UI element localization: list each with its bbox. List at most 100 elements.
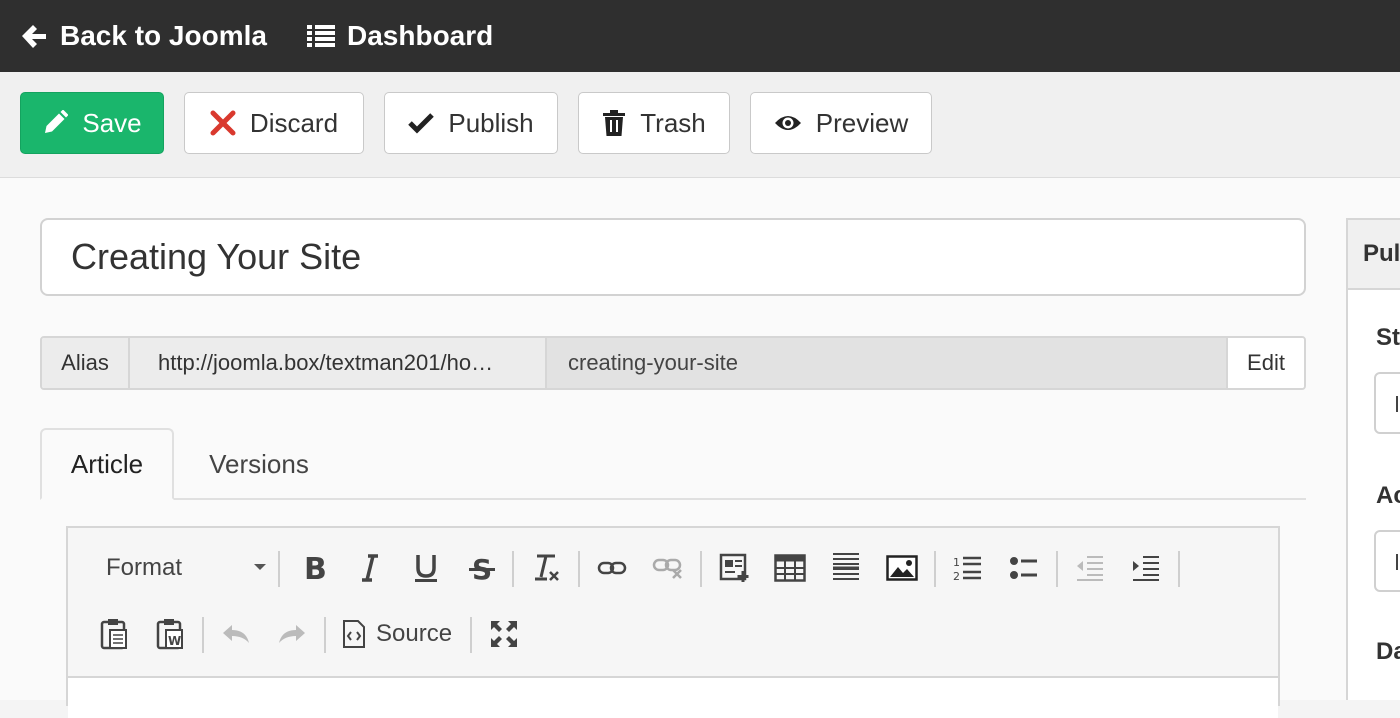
- close-icon: [210, 110, 236, 136]
- link-button[interactable]: [590, 542, 634, 594]
- svg-text:1: 1: [953, 556, 960, 569]
- trash-icon: [603, 110, 626, 136]
- link-icon: [597, 561, 627, 575]
- discard-button[interactable]: Discard: [184, 92, 364, 154]
- paste-from-word-button[interactable]: W: [148, 608, 192, 660]
- save-button[interactable]: Save: [20, 92, 164, 154]
- paste-icon: [100, 619, 127, 650]
- horizontal-rule-icon: [833, 553, 859, 580]
- publishing-heading: Pul: [1348, 220, 1400, 290]
- toolbar-separator: [1056, 551, 1058, 587]
- source-button[interactable]: Source: [342, 608, 452, 660]
- tab-versions[interactable]: Versions: [174, 428, 344, 500]
- fullscreen-icon: [491, 621, 517, 647]
- select-text-cursor: [1396, 396, 1398, 412]
- image-icon: [886, 555, 918, 581]
- chevron-down-icon: [254, 564, 266, 570]
- insert-readmore-button[interactable]: [712, 542, 756, 594]
- list-icon: [307, 25, 335, 47]
- status-label: St: [1376, 324, 1400, 351]
- strikethrough-icon: S: [469, 553, 495, 583]
- paste-button[interactable]: [92, 608, 136, 660]
- back-to-joomla-label: Back to Joomla: [60, 20, 267, 51]
- access-label: Ac: [1376, 482, 1400, 509]
- eye-icon: [774, 116, 801, 130]
- editor-toolbar-row-2: W Source: [68, 608, 1278, 660]
- undo-button[interactable]: [214, 608, 258, 660]
- undo-icon: [223, 625, 249, 643]
- redo-button[interactable]: [270, 608, 314, 660]
- toolbar-separator: [470, 617, 472, 653]
- toolbar-separator: [324, 617, 326, 653]
- bullet-list-button[interactable]: [1002, 542, 1046, 594]
- arrow-left-icon: [22, 25, 46, 48]
- alias-field: Alias http://joomla.box/textman201/ho… c…: [40, 336, 1306, 390]
- checkmark-icon: [408, 113, 435, 134]
- dashboard-link[interactable]: Dashboard: [307, 0, 493, 72]
- dashboard-label: Dashboard: [347, 20, 494, 51]
- trash-label: Trash: [640, 107, 706, 138]
- status-select[interactable]: [1374, 372, 1400, 434]
- italic-icon: [362, 554, 378, 582]
- table-button[interactable]: [768, 542, 812, 594]
- insert-readmore-icon: [719, 553, 749, 582]
- alias-input[interactable]: creating-your-site: [547, 338, 1226, 388]
- preview-button[interactable]: Preview: [750, 92, 932, 154]
- source-label: Source: [376, 620, 453, 647]
- paste-word-icon: W: [156, 619, 183, 650]
- redo-icon: [279, 625, 305, 643]
- strikethrough-button[interactable]: S: [462, 542, 502, 594]
- numbered-list-icon: 12: [953, 556, 981, 582]
- article-title-input[interactable]: Creating Your Site: [40, 218, 1306, 296]
- discard-label: Discard: [249, 107, 339, 138]
- alias-edit-button[interactable]: Edit: [1226, 338, 1304, 388]
- save-label: Save: [82, 107, 142, 138]
- editor-toolbar-row-1: Format B S: [68, 542, 1278, 594]
- toolbar-separator: [934, 551, 936, 587]
- toolbar-separator: [1178, 551, 1180, 587]
- rich-text-editor: Format B S: [66, 526, 1280, 718]
- svg-text:W: W: [168, 634, 181, 648]
- outdent-button[interactable]: [1068, 542, 1112, 594]
- outdent-icon: [1077, 556, 1103, 581]
- svg-text:B: B: [304, 553, 326, 583]
- format-label: Format: [106, 554, 183, 581]
- underline-icon: [415, 555, 437, 582]
- clear-formatting-button[interactable]: [524, 542, 568, 594]
- unlink-icon: [652, 558, 682, 579]
- date-label: Da: [1376, 638, 1400, 665]
- top-bar: Back to Joomla Dashboard: [0, 0, 1400, 72]
- toolbar-separator: [700, 551, 702, 587]
- clear-formatting-icon: [535, 554, 559, 581]
- table-icon: [774, 554, 806, 582]
- back-to-joomla-link[interactable]: Back to Joomla: [20, 0, 267, 72]
- publishing-sidebar: Pul St Ac Da: [1346, 218, 1400, 700]
- toolbar-separator: [278, 551, 280, 587]
- article-tabs: Article Versions: [40, 428, 1306, 500]
- access-select[interactable]: [1374, 530, 1400, 592]
- editor-content-area[interactable]: [68, 676, 1278, 718]
- unlink-button[interactable]: [646, 542, 690, 594]
- underline-button[interactable]: [406, 542, 446, 594]
- source-code-icon: [343, 620, 365, 648]
- bold-button[interactable]: B: [294, 542, 334, 594]
- trash-button[interactable]: Trash: [578, 92, 730, 154]
- fullscreen-button[interactable]: [482, 608, 526, 660]
- publish-button[interactable]: Publish: [384, 92, 558, 154]
- numbered-list-button[interactable]: 12: [946, 542, 990, 594]
- bullet-list-icon: [1010, 557, 1037, 579]
- publish-label: Publish: [448, 107, 534, 138]
- svg-text:2: 2: [953, 570, 960, 582]
- image-button[interactable]: [880, 542, 924, 594]
- bold-icon: B: [304, 553, 326, 583]
- toolbar-separator: [578, 551, 580, 587]
- tab-article[interactable]: Article: [40, 428, 174, 500]
- italic-button[interactable]: [350, 542, 390, 594]
- toolbar-separator: [512, 551, 514, 587]
- select-text-cursor: [1396, 554, 1398, 570]
- horizontal-rule-button[interactable]: [824, 542, 868, 594]
- pencil-icon: [45, 110, 69, 133]
- format-dropdown[interactable]: Format: [106, 542, 266, 594]
- indent-button[interactable]: [1124, 542, 1168, 594]
- edit-content-area: Creating Your Site Alias http://joomla.b…: [0, 178, 1400, 718]
